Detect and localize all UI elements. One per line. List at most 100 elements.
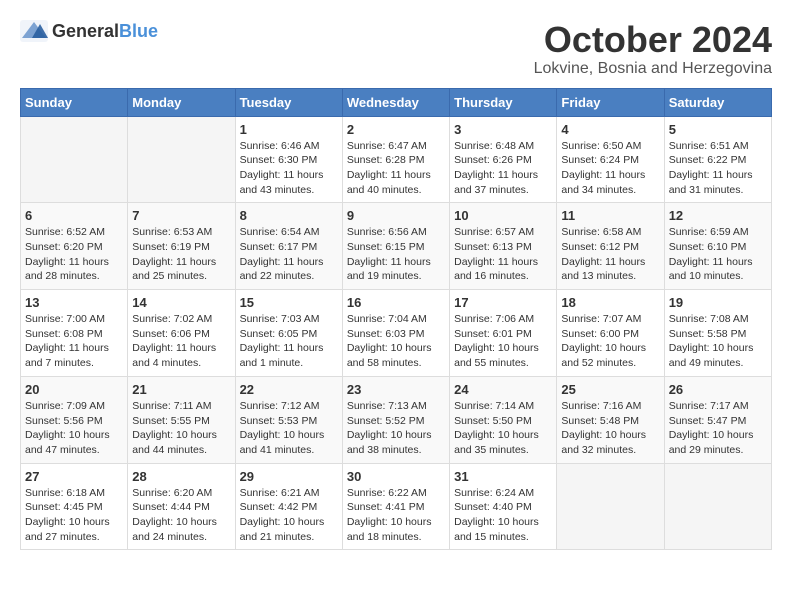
daylight-text: Daylight: 11 hours and 7 minutes.	[25, 342, 109, 369]
day-info: Sunrise: 6:21 AM Sunset: 4:42 PM Dayligh…	[240, 486, 338, 545]
month-title: October 2024	[534, 20, 772, 60]
sunrise-text: Sunrise: 6:21 AM	[240, 487, 320, 499]
location-title: Lokvine, Bosnia and Herzegovina	[534, 60, 772, 78]
sunset-text: Sunset: 6:24 PM	[561, 154, 639, 166]
daylight-text: Daylight: 10 hours and 49 minutes.	[669, 342, 754, 369]
sunrise-text: Sunrise: 6:47 AM	[347, 140, 427, 152]
day-info: Sunrise: 7:02 AM Sunset: 6:06 PM Dayligh…	[132, 312, 230, 371]
day-info: Sunrise: 6:52 AM Sunset: 6:20 PM Dayligh…	[25, 225, 123, 284]
daylight-text: Daylight: 10 hours and 35 minutes.	[454, 429, 539, 456]
day-info: Sunrise: 6:57 AM Sunset: 6:13 PM Dayligh…	[454, 225, 552, 284]
daylight-text: Daylight: 11 hours and 31 minutes.	[669, 169, 753, 196]
table-row	[664, 463, 771, 550]
sunrise-text: Sunrise: 7:17 AM	[669, 400, 749, 412]
page-header: GeneralBlue October 2024 Lokvine, Bosnia…	[20, 20, 772, 78]
sunset-text: Sunset: 4:40 PM	[454, 501, 532, 513]
daylight-text: Daylight: 10 hours and 29 minutes.	[669, 429, 754, 456]
table-row: 25 Sunrise: 7:16 AM Sunset: 5:48 PM Dayl…	[557, 376, 664, 463]
day-info: Sunrise: 6:51 AM Sunset: 6:22 PM Dayligh…	[669, 139, 767, 198]
day-info: Sunrise: 6:47 AM Sunset: 6:28 PM Dayligh…	[347, 139, 445, 198]
daylight-text: Daylight: 10 hours and 44 minutes.	[132, 429, 217, 456]
day-info: Sunrise: 6:22 AM Sunset: 4:41 PM Dayligh…	[347, 486, 445, 545]
day-number: 7	[132, 208, 230, 223]
table-row: 6 Sunrise: 6:52 AM Sunset: 6:20 PM Dayli…	[21, 203, 128, 290]
day-number: 27	[25, 469, 123, 484]
daylight-text: Daylight: 11 hours and 28 minutes.	[25, 256, 109, 283]
sunset-text: Sunset: 6:10 PM	[669, 241, 747, 253]
logo-general: General	[52, 21, 119, 41]
table-row: 18 Sunrise: 7:07 AM Sunset: 6:00 PM Dayl…	[557, 290, 664, 377]
daylight-text: Daylight: 11 hours and 25 minutes.	[132, 256, 216, 283]
col-sunday: Sunday	[21, 88, 128, 116]
day-info: Sunrise: 7:03 AM Sunset: 6:05 PM Dayligh…	[240, 312, 338, 371]
col-thursday: Thursday	[450, 88, 557, 116]
day-info: Sunrise: 7:11 AM Sunset: 5:55 PM Dayligh…	[132, 399, 230, 458]
table-row: 8 Sunrise: 6:54 AM Sunset: 6:17 PM Dayli…	[235, 203, 342, 290]
calendar-week-row: 27 Sunrise: 6:18 AM Sunset: 4:45 PM Dayl…	[21, 463, 772, 550]
daylight-text: Daylight: 10 hours and 47 minutes.	[25, 429, 110, 456]
day-number: 16	[347, 295, 445, 310]
sunset-text: Sunset: 6:13 PM	[454, 241, 532, 253]
sunset-text: Sunset: 4:42 PM	[240, 501, 318, 513]
sunset-text: Sunset: 6:08 PM	[25, 328, 103, 340]
day-info: Sunrise: 6:59 AM Sunset: 6:10 PM Dayligh…	[669, 225, 767, 284]
table-row: 27 Sunrise: 6:18 AM Sunset: 4:45 PM Dayl…	[21, 463, 128, 550]
day-number: 15	[240, 295, 338, 310]
day-number: 1	[240, 122, 338, 137]
title-area: October 2024 Lokvine, Bosnia and Herzego…	[534, 20, 772, 78]
table-row	[557, 463, 664, 550]
calendar-week-row: 1 Sunrise: 6:46 AM Sunset: 6:30 PM Dayli…	[21, 116, 772, 203]
day-info: Sunrise: 7:13 AM Sunset: 5:52 PM Dayligh…	[347, 399, 445, 458]
table-row: 11 Sunrise: 6:58 AM Sunset: 6:12 PM Dayl…	[557, 203, 664, 290]
day-number: 24	[454, 382, 552, 397]
day-number: 28	[132, 469, 230, 484]
sunrise-text: Sunrise: 6:24 AM	[454, 487, 534, 499]
sunrise-text: Sunrise: 7:04 AM	[347, 313, 427, 325]
sunrise-text: Sunrise: 6:59 AM	[669, 226, 749, 238]
day-number: 31	[454, 469, 552, 484]
day-number: 3	[454, 122, 552, 137]
logo: GeneralBlue	[20, 20, 158, 42]
day-info: Sunrise: 6:46 AM Sunset: 6:30 PM Dayligh…	[240, 139, 338, 198]
calendar-week-row: 13 Sunrise: 7:00 AM Sunset: 6:08 PM Dayl…	[21, 290, 772, 377]
table-row: 30 Sunrise: 6:22 AM Sunset: 4:41 PM Dayl…	[342, 463, 449, 550]
table-row: 13 Sunrise: 7:00 AM Sunset: 6:08 PM Dayl…	[21, 290, 128, 377]
sunrise-text: Sunrise: 7:07 AM	[561, 313, 641, 325]
sunrise-text: Sunrise: 6:56 AM	[347, 226, 427, 238]
sunset-text: Sunset: 6:05 PM	[240, 328, 318, 340]
day-number: 2	[347, 122, 445, 137]
daylight-text: Daylight: 10 hours and 52 minutes.	[561, 342, 646, 369]
sunset-text: Sunset: 5:52 PM	[347, 415, 425, 427]
sunrise-text: Sunrise: 7:02 AM	[132, 313, 212, 325]
day-number: 8	[240, 208, 338, 223]
table-row: 15 Sunrise: 7:03 AM Sunset: 6:05 PM Dayl…	[235, 290, 342, 377]
daylight-text: Daylight: 11 hours and 10 minutes.	[669, 256, 753, 283]
day-number: 17	[454, 295, 552, 310]
sunrise-text: Sunrise: 7:03 AM	[240, 313, 320, 325]
day-info: Sunrise: 7:17 AM Sunset: 5:47 PM Dayligh…	[669, 399, 767, 458]
col-saturday: Saturday	[664, 88, 771, 116]
daylight-text: Daylight: 10 hours and 27 minutes.	[25, 516, 110, 543]
col-tuesday: Tuesday	[235, 88, 342, 116]
day-info: Sunrise: 6:54 AM Sunset: 6:17 PM Dayligh…	[240, 225, 338, 284]
table-row: 16 Sunrise: 7:04 AM Sunset: 6:03 PM Dayl…	[342, 290, 449, 377]
day-info: Sunrise: 7:00 AM Sunset: 6:08 PM Dayligh…	[25, 312, 123, 371]
col-monday: Monday	[128, 88, 235, 116]
day-number: 10	[454, 208, 552, 223]
sunset-text: Sunset: 5:47 PM	[669, 415, 747, 427]
table-row: 14 Sunrise: 7:02 AM Sunset: 6:06 PM Dayl…	[128, 290, 235, 377]
table-row: 22 Sunrise: 7:12 AM Sunset: 5:53 PM Dayl…	[235, 376, 342, 463]
table-row: 31 Sunrise: 6:24 AM Sunset: 4:40 PM Dayl…	[450, 463, 557, 550]
sunset-text: Sunset: 4:41 PM	[347, 501, 425, 513]
table-row: 28 Sunrise: 6:20 AM Sunset: 4:44 PM Dayl…	[128, 463, 235, 550]
day-number: 26	[669, 382, 767, 397]
sunrise-text: Sunrise: 6:20 AM	[132, 487, 212, 499]
day-number: 21	[132, 382, 230, 397]
sunset-text: Sunset: 6:26 PM	[454, 154, 532, 166]
sunset-text: Sunset: 6:19 PM	[132, 241, 210, 253]
sunset-text: Sunset: 6:28 PM	[347, 154, 425, 166]
day-info: Sunrise: 7:09 AM Sunset: 5:56 PM Dayligh…	[25, 399, 123, 458]
day-info: Sunrise: 6:58 AM Sunset: 6:12 PM Dayligh…	[561, 225, 659, 284]
day-info: Sunrise: 6:56 AM Sunset: 6:15 PM Dayligh…	[347, 225, 445, 284]
sunrise-text: Sunrise: 6:57 AM	[454, 226, 534, 238]
